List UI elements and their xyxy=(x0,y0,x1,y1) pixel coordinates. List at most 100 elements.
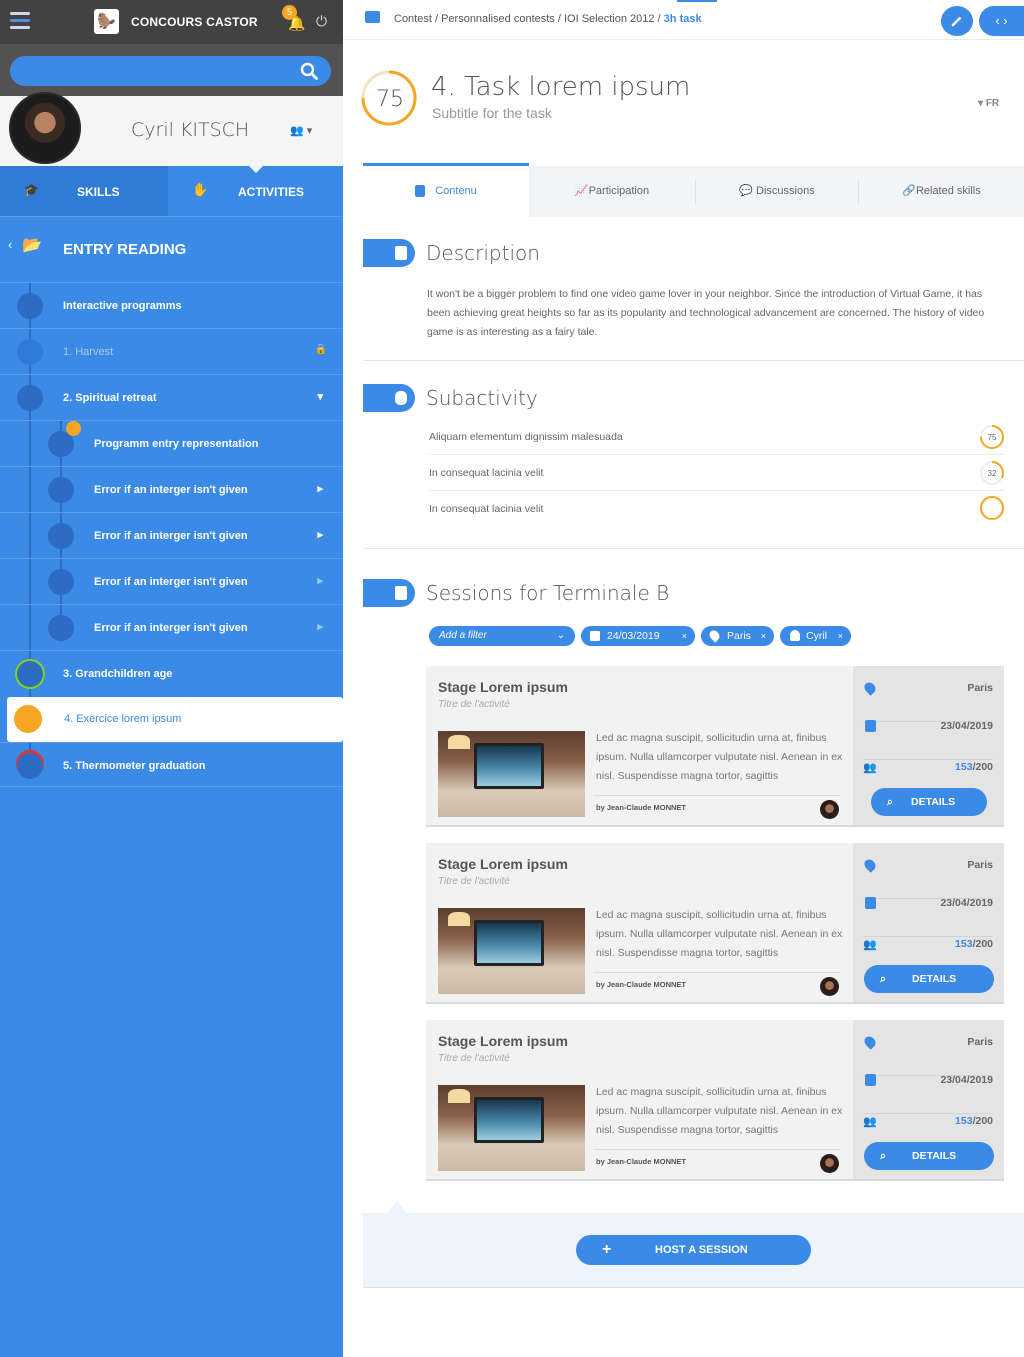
brand-name: CONCOURS CASTOR xyxy=(131,15,258,29)
tree-item-label: Error if an interger isn't given xyxy=(94,484,248,496)
search-icon[interactable] xyxy=(300,62,318,80)
host-notch xyxy=(388,1200,406,1213)
edit-button[interactable] xyxy=(941,6,973,36)
chevron-down-icon[interactable]: ▾ xyxy=(317,390,323,403)
card-image xyxy=(438,908,585,994)
chevron-right-icon[interactable]: ▸ xyxy=(317,574,323,587)
progress-ring: 32 xyxy=(980,461,1004,485)
close-icon[interactable]: × xyxy=(761,626,766,646)
card-author: by Jean-Claude MONNET xyxy=(596,1157,687,1166)
list-icon xyxy=(17,661,43,687)
date-value: 23/04/2019 xyxy=(940,897,993,909)
tab-skills[interactable]: 🎓 SKILLS xyxy=(0,166,168,216)
location-icon xyxy=(862,1034,878,1050)
breadcrumb-path[interactable]: Contest / Personnalised contests / IOI S… xyxy=(394,13,661,25)
participants-value: 153/200 xyxy=(955,761,993,773)
tree-item-label: Interactive programms xyxy=(63,300,182,312)
tab-contenu[interactable]: Contenu xyxy=(363,163,529,217)
tab-label: Participation xyxy=(588,185,650,197)
breadcrumb[interactable]: Contest / Personnalised contests / IOI S… xyxy=(394,13,702,25)
details-button[interactable]: ⌕ DETAILS xyxy=(871,788,987,816)
prev-next-button[interactable]: ‹ › xyxy=(979,6,1024,36)
card-subtitle: Titre de l'activité xyxy=(438,1053,510,1064)
tab-related-skills[interactable]: 🔗Related skills xyxy=(859,166,1024,217)
subactivity-title: Subactivity xyxy=(426,386,538,410)
tab-discussions[interactable]: 💬 Discussions xyxy=(696,166,858,217)
subactivity-item[interactable]: In consequat lacinia velit xyxy=(429,491,1004,527)
tree-subitem[interactable]: Error if an interger isn't given ▸ xyxy=(0,512,343,558)
chart-icon: 📈 xyxy=(574,185,589,197)
chevron-right-icon[interactable]: ▸ xyxy=(317,482,323,495)
tree-item[interactable]: Interactive programms xyxy=(0,282,343,328)
user-icon xyxy=(790,630,800,641)
participants-capacity: /200 xyxy=(972,938,993,950)
list-icon xyxy=(17,293,43,319)
card-text: Led ac magna suscipit, sollicitudin urna… xyxy=(596,1086,843,1136)
chevron-right-icon[interactable]: ▸ xyxy=(317,620,323,633)
folder-icon xyxy=(48,569,74,595)
divider xyxy=(594,1149,841,1150)
users-menu-icon[interactable]: 👥 ▾ xyxy=(290,124,312,137)
castor-logo: 🦫 xyxy=(94,9,119,34)
card-title: Stage Lorem ipsum xyxy=(438,679,568,695)
session-card[interactable]: Stage Lorem ipsum Titre de l'activité Le… xyxy=(426,843,1004,1004)
tree-item-selected[interactable]: 4. Exercice lorem ipsum xyxy=(7,697,343,742)
progress-ring-value: 32 xyxy=(988,469,997,478)
subactivity-label: Aliquam elementum dignissim malesuada xyxy=(429,431,623,443)
session-card[interactable]: Stage Lorem ipsum Titre de l'activité Le… xyxy=(426,666,1004,827)
tree-item[interactable]: 3. Grandchildren age xyxy=(0,650,343,696)
tree-item[interactable]: 5. Thermometer graduation xyxy=(0,742,343,788)
tree-subitem[interactable]: Error if an interger isn't given ▸ xyxy=(0,558,343,604)
filter-chip-date[interactable]: 24/03/2019 × xyxy=(581,626,695,646)
language-select[interactable]: ▾ FR xyxy=(978,98,999,109)
tab-activities[interactable]: ✋ ACTIVITIES xyxy=(168,166,343,216)
details-button[interactable]: ⌕ DETAILS xyxy=(864,1142,994,1170)
location-icon xyxy=(707,628,722,643)
lock-icon: 🔒 xyxy=(314,344,327,355)
filter-chip-user[interactable]: Cyril × xyxy=(780,626,851,646)
chip-label: Cyril xyxy=(806,630,827,642)
calendar-icon xyxy=(395,586,407,600)
close-icon[interactable]: × xyxy=(838,626,843,646)
lamp-shape xyxy=(448,1089,470,1103)
search-input[interactable] xyxy=(10,56,331,86)
hand-icon xyxy=(395,391,407,405)
place-value: Paris xyxy=(967,859,993,871)
power-icon[interactable]: ⏻ xyxy=(316,13,327,30)
filter-placeholder: Add a filter xyxy=(439,630,487,641)
tree-subitem[interactable]: Error if an interger isn't given ▸ xyxy=(0,466,343,512)
location-icon xyxy=(862,857,878,873)
menu-icon[interactable] xyxy=(10,12,30,30)
folder-icon xyxy=(48,615,74,641)
session-card[interactable]: Stage Lorem ipsum Titre de l'activité Le… xyxy=(426,1020,1004,1181)
chip-label: 24/03/2019 xyxy=(607,630,660,642)
tree-subitem[interactable]: Error if an interger isn't given ▸ xyxy=(0,604,343,650)
folder-open-icon: 📂 xyxy=(22,237,42,254)
card-meta: Paris 23/04/2019 👥 153/200 ⌕ DETAILS xyxy=(853,666,1004,825)
chevron-right-icon[interactable]: ▸ xyxy=(317,528,323,541)
tab-participation[interactable]: 📈Participation xyxy=(529,166,695,217)
details-button[interactable]: ⌕ DETAILS xyxy=(864,965,994,993)
entry-title: ENTRY READING xyxy=(63,241,187,258)
close-icon[interactable]: × xyxy=(682,626,687,646)
filter-chip-place[interactable]: Paris × xyxy=(701,626,774,646)
tree-item-label: 2. Spiritual retreat xyxy=(63,392,157,404)
subactivity-label: In consequat lacinia velit xyxy=(429,467,544,479)
subactivity-item[interactable]: In consequat lacinia velit xyxy=(429,455,1004,491)
user-name: Cyril KITSCH xyxy=(131,119,250,141)
participants-count: 153 xyxy=(955,1115,973,1127)
divider xyxy=(594,972,841,973)
filter-select[interactable]: Add a filter ⌄ xyxy=(429,626,575,646)
subactivity-item[interactable]: Aliquam elementum dignissim malesuada xyxy=(429,419,1004,455)
author-avatar xyxy=(820,800,839,819)
host-session-label: HOST A SESSION xyxy=(655,1244,748,1256)
calendar-icon xyxy=(865,720,876,732)
host-session-button[interactable]: + HOST A SESSION xyxy=(576,1235,811,1265)
breadcrumb-bar: Contest / Personnalised contests / IOI S… xyxy=(343,0,1024,40)
content-tabs: Contenu 📈Participation 💬 Discussions 🔗Re… xyxy=(363,163,1024,217)
back-chevron-icon[interactable]: ‹ xyxy=(8,237,12,252)
breadcrumb-indicator xyxy=(677,0,717,2)
tree-item[interactable]: 2. Spiritual retreat ▾ xyxy=(0,374,343,420)
sessions-section-icon xyxy=(363,579,415,607)
tree-subitem[interactable]: Programm entry representation xyxy=(0,420,343,466)
